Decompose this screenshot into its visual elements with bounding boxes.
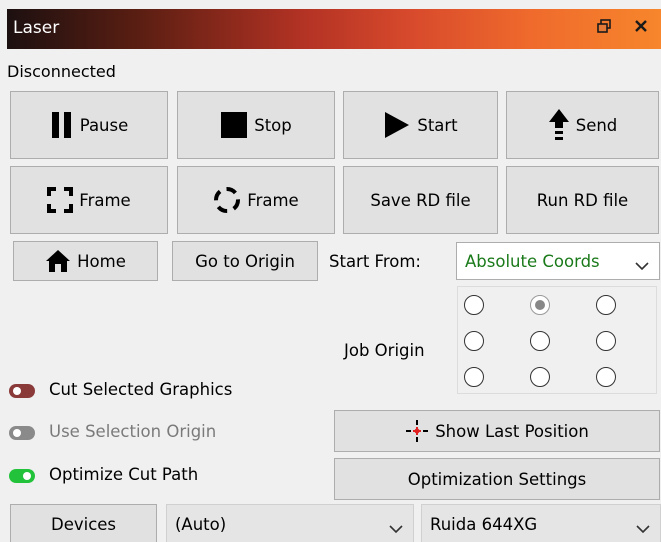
optimization-settings-label: Optimization Settings [407,469,587,489]
upload-arrow-icon [548,108,570,142]
cut-selected-label: Cut Selected Graphics [49,380,233,399]
optimization-settings-button[interactable]: Optimization Settings [334,458,660,500]
chevron-down-icon [636,519,650,538]
home-icon [45,249,71,273]
port-dropdown[interactable]: (Auto) [166,504,414,542]
save-rd-label: Save RD file [370,190,471,210]
pause-icon [50,111,74,139]
job-origin-grid [457,286,657,394]
frame-rect-icon [47,187,74,213]
use-selection-origin-toggle[interactable] [9,426,35,440]
connection-status: Disconnected [7,62,116,81]
window-title: Laser [13,18,60,38]
start-from-dropdown[interactable]: Absolute Coords [456,242,660,280]
go-to-origin-label: Go to Origin [195,251,295,271]
home-label: Home [77,251,126,271]
devices-label: Devices [50,514,117,534]
show-last-position-button[interactable]: Show Last Position [334,410,660,452]
frame-circle-label: Frame [247,190,299,210]
job-origin-radio-top-left[interactable] [464,295,484,315]
port-value: (Auto) [175,514,227,534]
frame-circle-icon [213,186,241,214]
job-origin-radio-middle-left[interactable] [464,331,484,351]
show-last-position-label: Show Last Position [435,421,589,441]
run-rd-button[interactable]: Run RD file [506,166,659,234]
use-selection-origin-label: Use Selection Origin [49,422,217,441]
stop-button[interactable]: Stop [177,91,335,159]
crosshair-icon [405,419,429,443]
run-rd-label: Run RD file [536,190,629,210]
job-origin-radio-bottom-center[interactable] [530,367,550,387]
frame-circle-button[interactable]: Frame [177,166,335,234]
job-origin-radio-top-right[interactable] [596,295,616,315]
send-button[interactable]: Send [506,91,659,159]
send-label: Send [575,115,618,135]
start-label: Start [417,115,458,135]
home-button[interactable]: Home [13,241,158,281]
pause-button[interactable]: Pause [10,91,168,159]
restore-icon[interactable] [597,18,611,38]
device-value: Ruida 644XG [430,514,538,534]
save-rd-button[interactable]: Save RD file [343,166,498,234]
job-origin-radio-bottom-right[interactable] [596,367,616,387]
go-to-origin-button[interactable]: Go to Origin [172,241,318,281]
stop-icon [220,111,248,139]
start-from-value: Absolute Coords [465,251,600,271]
job-origin-radio-top-center[interactable] [530,295,550,315]
start-button[interactable]: Start [343,91,498,159]
chevron-down-icon [635,256,649,275]
cut-selected-toggle[interactable] [9,384,35,398]
device-dropdown[interactable]: Ruida 644XG [421,504,661,542]
close-icon[interactable] [634,18,648,38]
title-bar: Laser [7,9,661,49]
job-origin-label: Job Origin [344,341,425,360]
devices-button[interactable]: Devices [10,504,157,542]
chevron-down-icon [389,519,403,538]
pause-label: Pause [79,115,129,135]
job-origin-radio-middle-right[interactable] [596,331,616,351]
optimize-cut-path-toggle[interactable] [9,469,35,483]
job-origin-radio-middle-center[interactable] [530,331,550,351]
stop-label: Stop [254,115,292,135]
job-origin-radio-bottom-left[interactable] [464,367,484,387]
frame-rect-button[interactable]: Frame [10,166,168,234]
start-from-label: Start From: [329,252,421,271]
frame-rect-label: Frame [79,190,131,210]
optimize-cut-path-label: Optimize Cut Path [49,465,199,484]
play-icon [383,111,411,139]
